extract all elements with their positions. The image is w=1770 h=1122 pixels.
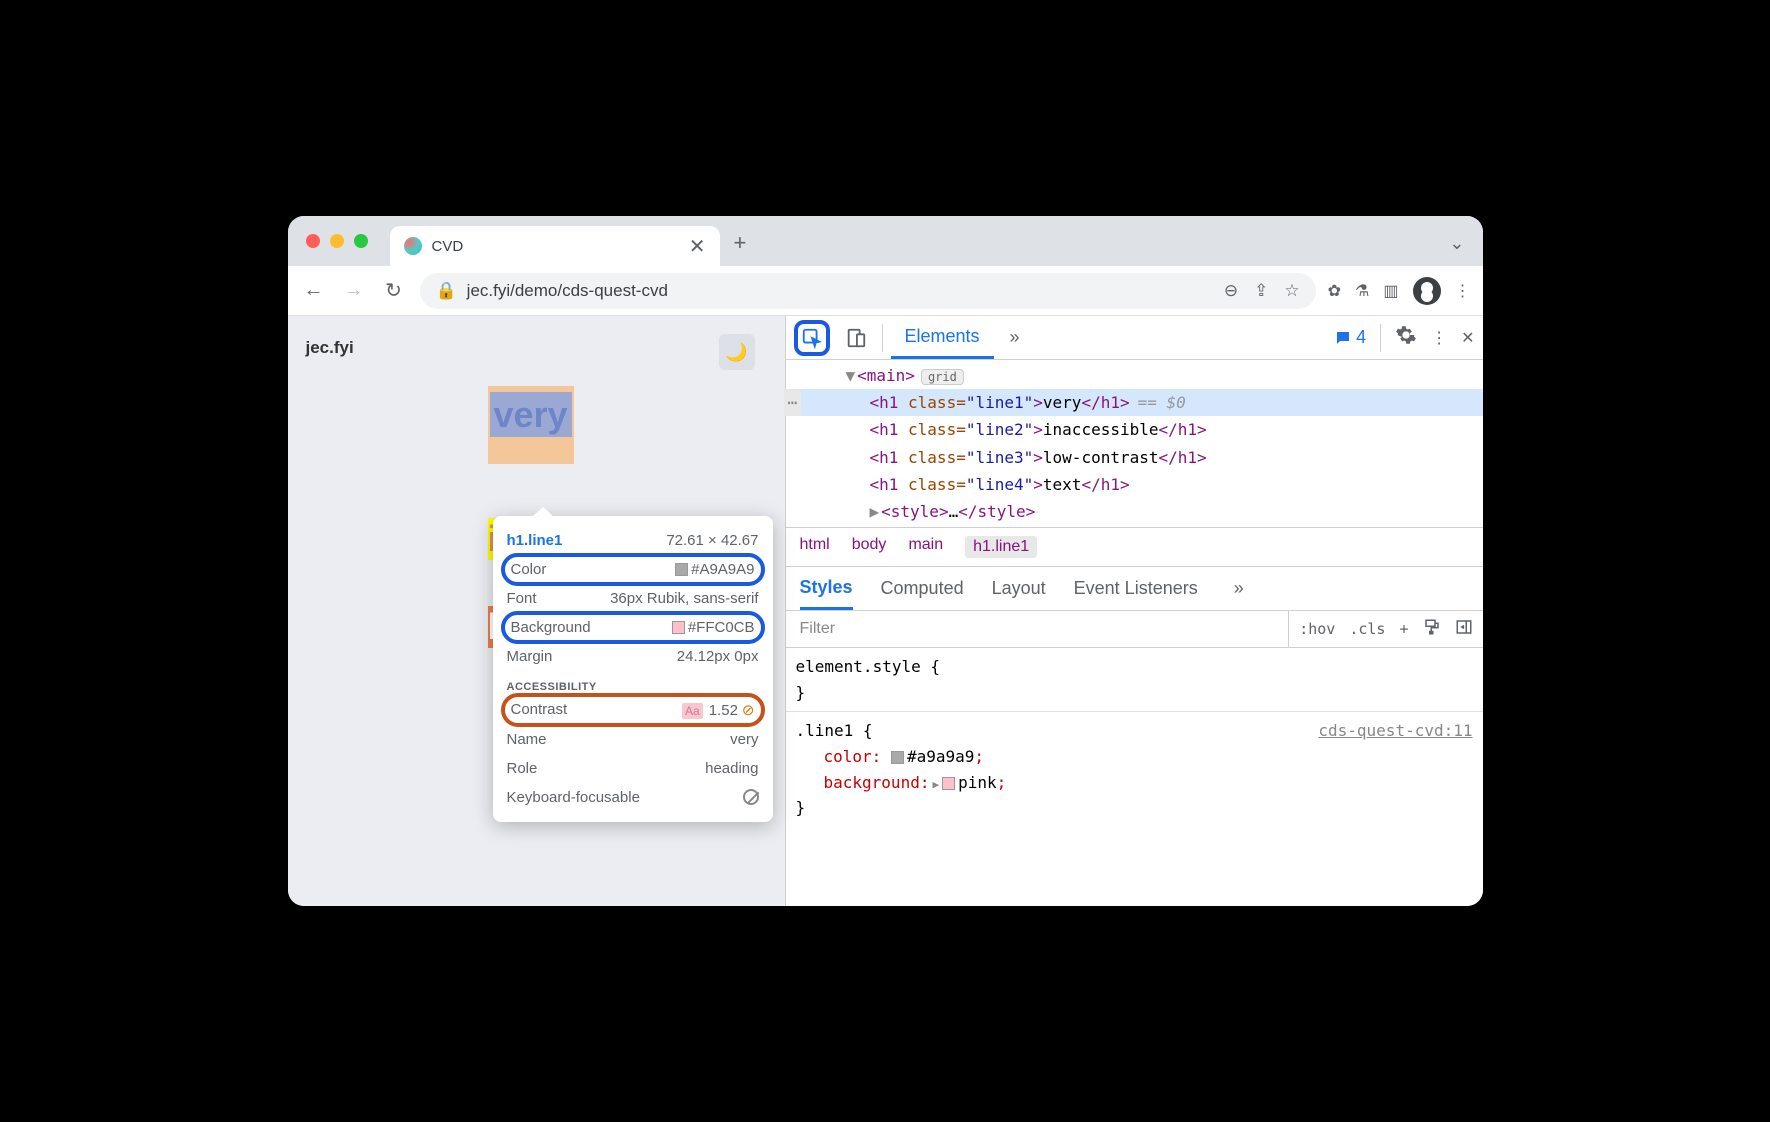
aa-badge: Aa — [682, 703, 703, 719]
dom-node-style[interactable]: ▶<style>…</style> — [786, 498, 1483, 525]
dom-node-h1-line2[interactable]: <h1 class="line2">inaccessible</h1> — [786, 416, 1483, 443]
settings-icon[interactable] — [1395, 324, 1417, 351]
element-style-rule[interactable]: element.style { } — [796, 654, 1473, 705]
warning-icon: ⊘ — [742, 702, 755, 719]
titlebar: CVD ✕ + ⌄ — [288, 216, 1483, 266]
extensions-icon[interactable]: ✿ — [1328, 281, 1341, 301]
menu-icon[interactable]: ⋮ — [1455, 281, 1471, 301]
dom-node-h1-line3[interactable]: <h1 class="line3">low-contrast</h1> — [786, 444, 1483, 471]
page-viewport: jec.fyi 🌙 very inac low- h1.line1 72.61 … — [288, 316, 785, 906]
tab-layout[interactable]: Layout — [992, 567, 1046, 610]
not-focusable-icon — [743, 789, 759, 805]
tooltip-contrast-row: Contrast Aa1.52⊘ — [501, 693, 765, 727]
styles-filter-bar: Filter :hov .cls + — [786, 610, 1483, 648]
tooltip-keyboard-row: Keyboard-focusable — [493, 783, 773, 812]
close-window-button[interactable] — [306, 234, 320, 248]
minimize-window-button[interactable] — [330, 234, 344, 248]
color-swatch-icon[interactable] — [891, 751, 904, 764]
share-icon[interactable]: ⇪ — [1254, 281, 1268, 301]
side-panel-icon[interactable]: ▥ — [1383, 281, 1398, 301]
tab-title: CVD — [432, 238, 464, 255]
tooltip-selector: h1.line1 — [507, 532, 563, 549]
device-toolbar-button[interactable] — [838, 320, 874, 356]
url-text: jec.fyi/demo/cds-quest-cvd — [467, 281, 668, 301]
rule-source-link[interactable]: cds-quest-cvd:11 — [1318, 718, 1472, 744]
tooltip-dimensions: 72.61 × 42.67 — [666, 532, 758, 549]
styles-filter-input[interactable]: Filter — [786, 620, 1289, 638]
back-button[interactable]: ← — [300, 277, 328, 305]
dom-node-h1-line4[interactable]: <h1 class="line4">text</h1> — [786, 471, 1483, 498]
browser-window: CVD ✕ + ⌄ ← → ↻ 🔒 jec.fyi/demo/cds-quest… — [288, 216, 1483, 906]
dark-mode-toggle[interactable]: 🌙 — [719, 334, 755, 370]
dom-tree[interactable]: ▼<main>grid <h1 class="line1">very</h1>=… — [786, 360, 1483, 527]
tab-styles[interactable]: Styles — [800, 567, 853, 610]
moon-icon: 🌙 — [725, 342, 747, 363]
tab-list-chevron-icon[interactable]: ⌄ — [1449, 233, 1464, 254]
favicon-icon — [404, 237, 422, 255]
reload-button[interactable]: ↻ — [380, 277, 408, 305]
devtools-tabbar: Elements » 4 ⋮ ✕ — [786, 316, 1483, 360]
tooltip-background-row: Background #FFC0CB — [501, 611, 765, 644]
toolbar: ← → ↻ 🔒 jec.fyi/demo/cds-quest-cvd ⊖ ⇪ ☆… — [288, 266, 1483, 316]
panel-layout-icon[interactable] — [1455, 618, 1473, 640]
bg-swatch-icon[interactable] — [942, 777, 955, 790]
breadcrumb-html[interactable]: html — [800, 536, 830, 558]
devtools-panel: Elements » 4 ⋮ ✕ ▼<main>grid < — [785, 316, 1483, 906]
tooltip-margin-row: Margin 24.12px 0px — [493, 642, 773, 671]
traffic-lights — [306, 234, 368, 248]
issues-button[interactable]: 4 — [1334, 327, 1366, 348]
line1-rule[interactable]: cds-quest-cvd:11 .line1 { color: #a9a9a9… — [796, 718, 1473, 820]
tab-event-listeners[interactable]: Event Listeners — [1074, 567, 1198, 610]
labs-icon[interactable]: ⚗ — [1355, 281, 1369, 301]
bookmark-icon[interactable]: ☆ — [1284, 281, 1299, 301]
breadcrumb-main[interactable]: main — [908, 536, 943, 558]
maximize-window-button[interactable] — [354, 234, 368, 248]
more-styles-tabs-icon[interactable]: » — [1226, 578, 1252, 599]
inspect-element-button[interactable] — [794, 320, 830, 356]
more-tabs-icon[interactable]: » — [1002, 327, 1028, 348]
close-devtools-icon[interactable]: ✕ — [1461, 328, 1474, 348]
new-tab-button[interactable]: + — [734, 230, 747, 256]
lock-icon: 🔒 — [436, 281, 457, 301]
tooltip-name-row: Name very — [493, 725, 773, 754]
bg-swatch-icon — [672, 621, 685, 634]
content-area: jec.fyi 🌙 very inac low- h1.line1 72.61 … — [288, 316, 1483, 906]
demo-line1[interactable]: very — [488, 386, 574, 464]
paint-icon[interactable] — [1423, 618, 1441, 640]
breadcrumb-h1-line1[interactable]: h1.line1 — [965, 536, 1037, 558]
css-rules[interactable]: element.style { } cds-quest-cvd:11 .line… — [786, 648, 1483, 827]
browser-tab[interactable]: CVD ✕ — [390, 226, 720, 266]
forward-button: → — [340, 277, 368, 305]
tooltip-a11y-title: ACCESSIBILITY — [493, 671, 773, 695]
tooltip-font-row: Font 36px Rubik, sans-serif — [493, 584, 773, 613]
address-bar[interactable]: 🔒 jec.fyi/demo/cds-quest-cvd ⊖ ⇪ ☆ — [420, 273, 1316, 309]
new-style-rule-icon[interactable]: + — [1399, 620, 1408, 638]
zoom-out-icon[interactable]: ⊖ — [1224, 281, 1238, 301]
tab-computed[interactable]: Computed — [881, 567, 964, 610]
dom-node-main[interactable]: ▼<main>grid — [786, 362, 1483, 389]
styles-tabbar: Styles Computed Layout Event Listeners » — [786, 566, 1483, 610]
account-icon[interactable] — [1413, 277, 1441, 305]
tooltip-role-row: Role heading — [493, 754, 773, 783]
close-tab-icon[interactable]: ✕ — [689, 234, 706, 259]
dom-breadcrumbs: html body main h1.line1 — [786, 527, 1483, 566]
hov-toggle[interactable]: :hov — [1299, 620, 1335, 638]
cls-toggle[interactable]: .cls — [1349, 620, 1385, 638]
color-swatch-icon — [675, 563, 688, 576]
tab-elements[interactable]: Elements — [891, 316, 994, 359]
kebab-menu-icon[interactable]: ⋮ — [1431, 328, 1447, 348]
tooltip-color-row: Color #A9A9A9 — [501, 553, 765, 586]
dom-node-h1-line1[interactable]: <h1 class="line1">very</h1>== $0 — [786, 389, 1483, 416]
inspect-tooltip: h1.line1 72.61 × 42.67 Color #A9A9A9 Fon… — [493, 516, 773, 822]
breadcrumb-body[interactable]: body — [852, 536, 887, 558]
omnibox-actions: ⊖ ⇪ ☆ — [1224, 281, 1300, 301]
page-brand: jec.fyi — [306, 338, 767, 358]
toolbar-right: ✿ ⚗ ▥ ⋮ — [1328, 277, 1471, 305]
